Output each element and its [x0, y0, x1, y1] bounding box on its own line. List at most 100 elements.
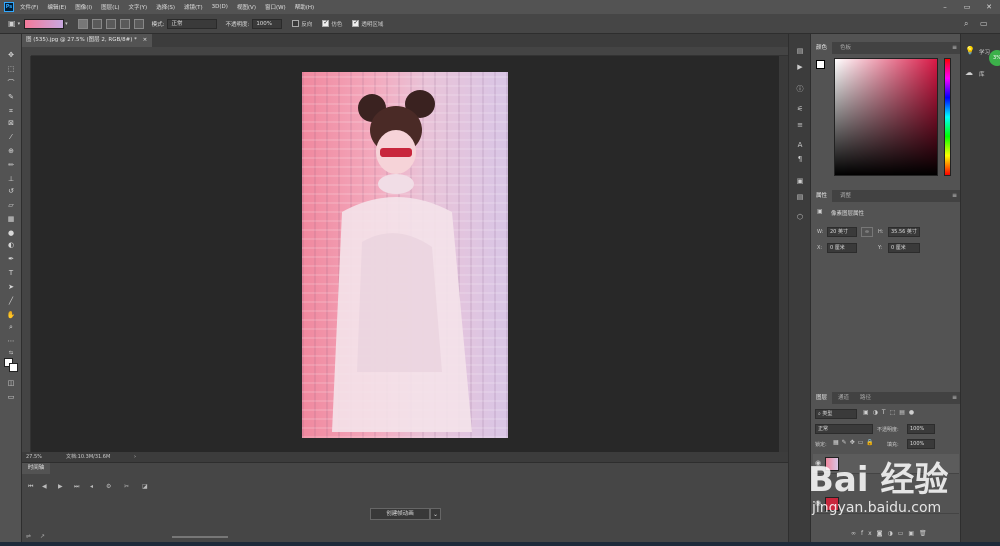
settings-gear-icon[interactable]: ⚙	[106, 483, 111, 490]
libraries-icon[interactable]: ▣	[794, 176, 806, 186]
search-icon[interactable]: ⌕	[964, 19, 968, 29]
diamond-gradient-button[interactable]	[133, 18, 144, 29]
swap-colors-icon[interactable]: ⇆	[5, 348, 17, 358]
menu-image[interactable]: 图像(I)	[75, 3, 92, 11]
dither-checkbox[interactable]	[322, 19, 330, 27]
layer-filter-select[interactable]: ⌕ 类型	[815, 409, 857, 419]
angle-gradient-button[interactable]	[105, 18, 116, 29]
maximize-icon[interactable]: ▭	[956, 0, 978, 14]
menu-filter[interactable]: 滤镜(T)	[184, 3, 203, 11]
tab-layers[interactable]: 图层	[811, 392, 833, 404]
quick-mask-icon[interactable]: ◫	[5, 378, 17, 388]
tab-paths[interactable]: 路径	[855, 392, 876, 404]
panel-menu-icon[interactable]: ≡	[952, 42, 957, 54]
menu-layer[interactable]: 图层(L)	[101, 3, 119, 11]
blur-tool-icon[interactable]: ●	[5, 228, 17, 238]
screen-mode-icon[interactable]: ▭	[5, 392, 17, 402]
create-frame-animation-button[interactable]: 创建帧动画	[370, 508, 430, 520]
vertical-scrollbar[interactable]	[779, 56, 788, 452]
create-animation-chevron-icon[interactable]: ⌄	[430, 508, 441, 520]
zoom-slider[interactable]	[172, 536, 228, 538]
timeline-tab[interactable]: 时间轴	[22, 463, 50, 474]
menu-3d[interactable]: 3D(D)	[212, 4, 228, 10]
transparency-checkbox[interactable]	[352, 19, 360, 27]
3d-cube-icon[interactable]: ⬡	[794, 212, 806, 222]
previous-frame-icon[interactable]: ◀	[42, 483, 47, 490]
layer-opacity-input[interactable]: 100%	[907, 424, 935, 434]
pen-tool-icon[interactable]: ✒	[5, 254, 17, 264]
lasso-tool-icon[interactable]: ⌒	[5, 78, 17, 88]
mode-select[interactable]: 正常	[167, 18, 218, 29]
gradient-picker-chevron-icon[interactable]: ▾	[65, 21, 68, 27]
panel-menu-icon[interactable]: ≡	[952, 392, 957, 404]
link-icon[interactable]: ∞	[861, 227, 873, 237]
close-icon[interactable]: ✕	[978, 0, 1000, 14]
fill-input[interactable]: 100%	[907, 439, 935, 449]
saturation-value-picker[interactable]	[834, 58, 938, 176]
character-icon[interactable]: A	[794, 140, 806, 150]
library-label[interactable]: 库	[979, 70, 985, 78]
line-tool-icon[interactable]: ╱	[5, 296, 17, 306]
brush-settings-icon[interactable]: ≡	[794, 120, 806, 130]
convert-icon[interactable]: ⇌	[26, 533, 31, 540]
tool-preset-chevron-icon[interactable]: ▾	[18, 21, 21, 27]
y-input[interactable]: 0 厘米	[888, 243, 920, 253]
first-frame-icon[interactable]: ⏮	[28, 483, 33, 491]
eyedropper-tool-icon[interactable]: ⁄	[5, 132, 17, 142]
menu-type[interactable]: 文字(Y)	[129, 3, 148, 11]
zoom-level[interactable]: 27.5%	[26, 452, 42, 462]
quick-select-tool-icon[interactable]: ✎	[5, 92, 17, 102]
tab-color[interactable]: 颜色	[811, 42, 833, 54]
marquee-tool-icon[interactable]: ⬚	[5, 64, 17, 74]
document-tab[interactable]: 图 (535).jpg @ 27.5% (图层 2, RGB/8#) * ×	[22, 34, 152, 47]
panel-menu-icon[interactable]: ≡	[952, 190, 957, 202]
opacity-input[interactable]: 100%	[252, 18, 283, 29]
tab-properties[interactable]: 属性	[811, 190, 833, 202]
reflected-gradient-button[interactable]	[119, 18, 130, 29]
background-color-swatch[interactable]	[9, 363, 18, 372]
radial-gradient-button[interactable]	[91, 18, 102, 29]
tab-swatches[interactable]: 色板	[835, 42, 856, 54]
minimize-icon[interactable]: –	[934, 0, 956, 14]
history-brush-tool-icon[interactable]: ↺	[5, 186, 17, 196]
menu-window[interactable]: 窗口(W)	[265, 3, 286, 11]
zoom-tool-icon[interactable]: ⌕	[5, 322, 17, 332]
eraser-tool-icon[interactable]: ▱	[5, 200, 17, 210]
menu-select[interactable]: 选择(S)	[156, 3, 175, 11]
status-menu-chevron-icon[interactable]: ›	[134, 452, 136, 462]
gradient-swatch[interactable]	[24, 18, 65, 29]
audio-icon[interactable]: ◂	[90, 483, 93, 490]
lock-icons[interactable]: ▦✎✥▭🔒	[833, 439, 877, 446]
menu-view[interactable]: 视图(V)	[237, 3, 256, 11]
history-icon[interactable]: ▤	[794, 46, 806, 56]
render-icon[interactable]: ↗	[40, 533, 45, 540]
close-tab-icon[interactable]: ×	[143, 37, 148, 43]
gradient-tool-icon[interactable]: ▦	[5, 214, 17, 224]
tab-adjustments[interactable]: 调整	[835, 190, 856, 202]
menu-file[interactable]: 文件(F)	[20, 3, 38, 11]
adjustments-icon[interactable]: ⚟	[794, 104, 806, 114]
tab-channels[interactable]: 通道	[833, 392, 854, 404]
menu-help[interactable]: 帮助(H)	[295, 3, 314, 11]
type-tool-icon[interactable]: T	[5, 268, 17, 278]
color-panel-fg-bg[interactable]	[816, 60, 830, 74]
reverse-checkbox[interactable]	[292, 20, 300, 27]
brush-tool-icon[interactable]: ✏	[5, 160, 17, 170]
next-frame-icon[interactable]: ⏭	[74, 483, 79, 491]
linear-gradient-button[interactable]	[77, 18, 88, 29]
lightbulb-icon[interactable]: 💡	[965, 46, 975, 55]
layer-footer-icons[interactable]: ∞fx◙◑▭▣🗑	[851, 530, 932, 537]
height-input[interactable]: 35.56 英寸	[888, 227, 920, 237]
more-tools-icon[interactable]: ⋯	[5, 336, 17, 346]
gradient-tool-icon[interactable]: ▣	[8, 19, 16, 28]
paragraph-icon[interactable]: ¶	[794, 154, 806, 164]
blend-mode-select[interactable]: 正常	[815, 424, 873, 434]
libraries-cloud-icon[interactable]: ☁	[965, 68, 973, 77]
document-canvas-image[interactable]	[302, 72, 508, 438]
layer-filter-icons[interactable]: ▣◑T⬚▤●	[863, 409, 918, 416]
split-scissors-icon[interactable]: ✂	[124, 483, 129, 490]
workspace-icon[interactable]: ▭	[980, 19, 988, 28]
notes-icon[interactable]: ▤	[794, 192, 806, 202]
frame-tool-icon[interactable]: ⊠	[5, 118, 17, 128]
hand-tool-icon[interactable]: ✋	[5, 310, 17, 320]
